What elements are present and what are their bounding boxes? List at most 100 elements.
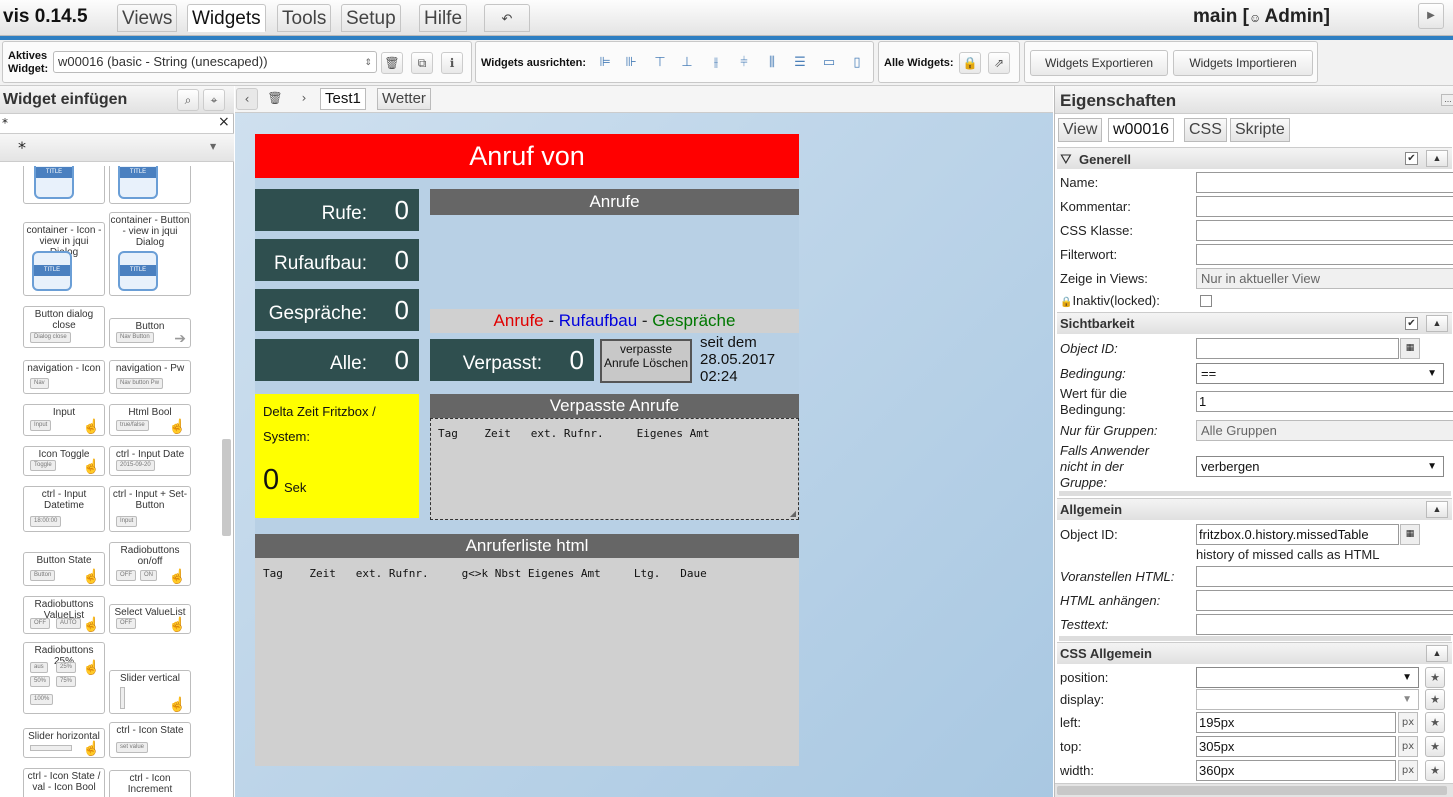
palette-item-title-1[interactable]: TITLE (23, 166, 105, 204)
palette-item-radiobuttons-25[interactable]: Radiobuttons 25% aus 25% 50% 75% 100% ☝ (23, 642, 105, 714)
oid-picker-button[interactable]: ▦ (1400, 338, 1420, 359)
palette-item-button-state[interactable]: Button State Button ☝ (23, 552, 105, 586)
menu-hilfe[interactable]: Hilfe (419, 4, 468, 32)
view-tab-test1[interactable]: Test1 (320, 88, 366, 110)
bedingung-select[interactable]: == ▼ (1196, 363, 1444, 384)
palette-item-slider-horizontal[interactable]: Slider horizontal ☝ (23, 728, 105, 758)
copy-widget-button[interactable]: ⧉ (411, 52, 433, 74)
info-widget-button[interactable]: ℹ (441, 52, 463, 74)
object-id-picker-button[interactable]: ▦ (1400, 524, 1420, 545)
panel-menu-icon[interactable]: … (1441, 94, 1453, 106)
same-height-icon[interactable]: ▯ (849, 55, 865, 71)
lock-all-button[interactable]: 🔒 (959, 52, 981, 74)
active-widget-select[interactable]: w00016 (basic - String (unescaped)) ⇕ (53, 51, 377, 73)
delta-time-box[interactable]: Delta Zeit Fritzbox / System: 0 Sek (255, 394, 419, 518)
kommentar-field[interactable] (1196, 196, 1453, 217)
palette-item-input-datetime[interactable]: ctrl - Input Datetime 18:00:00 (23, 486, 105, 532)
distribute-v-icon[interactable]: ☰ (792, 55, 808, 71)
filter-input[interactable]: * × (0, 114, 234, 134)
stat-rufaufbau[interactable]: Rufaufbau: 0 (255, 239, 419, 281)
palette-item-title-2[interactable]: TITLE (109, 166, 191, 204)
align-center-v-icon[interactable]: ⫩ (736, 55, 752, 71)
delete-widget-button[interactable]: 🗑 (381, 52, 403, 74)
voranstellen-field[interactable] (1196, 566, 1453, 587)
search-button[interactable]: ⌕ (177, 89, 199, 111)
inaktiv-checkbox[interactable] (1200, 295, 1212, 307)
palette-item-navigation-pw[interactable]: navigation - Pw Nav button Pw (109, 360, 191, 394)
align-left-icon[interactable]: ⊫ (597, 55, 613, 71)
palette-item-input-set-button[interactable]: ctrl - Input + Set-Button Input (109, 486, 191, 532)
menu-setup[interactable]: Setup (341, 4, 401, 32)
collapse-left-button[interactable]: ‹ (236, 88, 258, 110)
palette-item-slider-vertical[interactable]: Slider vertical ☝ (109, 670, 191, 714)
chevron-up-icon[interactable]: ▲ (1426, 150, 1448, 167)
palette-item-select-valuelist[interactable]: Select ValueList OFF ☝ (109, 604, 191, 634)
palette-item-container-button[interactable]: container - Button - view in jqui Dialog… (109, 212, 191, 296)
scrollbar-thumb[interactable] (1057, 786, 1447, 795)
align-top-icon[interactable]: ⊤ (652, 55, 668, 71)
view-delete-button[interactable]: 🗑 (264, 88, 286, 110)
props-tab-widget[interactable]: w00016 (1108, 118, 1175, 142)
palette-item-radiobuttons-onoff[interactable]: Radiobuttons on/off OFF ON ☝ (109, 542, 191, 586)
palette-item-container-icon[interactable]: container - Icon - view in jqui Dialog T… (23, 222, 105, 296)
width-star-button[interactable]: ★ (1425, 760, 1445, 781)
align-bottom-icon[interactable]: ⊥ (679, 55, 695, 71)
section-checkbox[interactable]: ✔ (1405, 152, 1418, 165)
css-klasse-field[interactable] (1196, 220, 1453, 241)
palette-item-navigation-icon[interactable]: navigation - Icon Nav (23, 360, 105, 394)
anhaengen-field[interactable] (1196, 590, 1453, 611)
chevron-up-icon[interactable]: ▲ (1426, 315, 1448, 332)
distribute-h-icon[interactable]: ⫼ (764, 55, 780, 71)
align-center-h-icon[interactable]: ⫲ (708, 55, 724, 71)
palette-item-button-dialog-close[interactable]: Button dialog close Dialog close (23, 306, 105, 348)
palette-item-html-bool[interactable]: Html Bool true/false ☝ (109, 404, 191, 436)
filter-clear-icon[interactable]: × (218, 114, 230, 130)
menu-widgets[interactable]: Widgets (187, 4, 266, 32)
menu-tools[interactable]: Tools (277, 4, 332, 32)
stat-alle[interactable]: Alle: 0 (255, 339, 419, 381)
widget-set-select[interactable]: * ▼ (0, 134, 234, 162)
clear-missed-button[interactable]: verpasste Anrufe Löschen (600, 339, 692, 383)
section-sichtbarkeit[interactable]: Sichtbarkeit ✔ ▲ (1057, 312, 1452, 334)
left-star-button[interactable]: ★ (1425, 712, 1445, 733)
resize-handle-icon[interactable]: ◢ (790, 509, 796, 518)
palette-item-icon-state-bool[interactable]: ctrl - Icon State / val - Icon Bool (23, 768, 105, 797)
props-tab-skripte[interactable]: Skripte (1230, 118, 1290, 142)
chevron-up-icon[interactable]: ▲ (1426, 645, 1448, 662)
gruppen-select[interactable]: Alle Gruppen (1196, 420, 1453, 441)
anrufe-title[interactable]: Anrufe (430, 189, 799, 215)
falls-select[interactable]: verbergen ▼ (1196, 456, 1444, 477)
section-allgemein[interactable]: Allgemein ▲ (1057, 498, 1452, 520)
import-widgets-button[interactable]: Widgets Importieren (1173, 50, 1313, 76)
missed-calls-table[interactable]: Tag Zeit ext. Rufnr. Eigenes Amt ◢ (430, 418, 799, 520)
palette-scrollbar[interactable] (222, 439, 231, 536)
testtext-field[interactable] (1196, 614, 1453, 635)
palette-item-input[interactable]: Input Input ☝ (23, 404, 105, 436)
run-button[interactable]: ▶ (1418, 3, 1444, 29)
position-star-button[interactable]: ★ (1425, 667, 1445, 688)
visibility-oid-field[interactable] (1196, 338, 1399, 359)
section-css-allgemein[interactable]: CSS Allgemein ▲ (1057, 642, 1452, 664)
tag-button[interactable]: ⌖ (203, 89, 225, 111)
caller-list-table[interactable]: Tag Zeit ext. Rufnr. g<>k Nbst Eigenes A… (255, 558, 799, 766)
zeige-in-views-select[interactable]: Nur in aktueller View (1196, 268, 1453, 289)
stat-gespraeche[interactable]: Gespräche: 0 (255, 289, 419, 331)
object-id-field[interactable]: fritzbox.0.history.missedTable (1196, 524, 1399, 545)
same-width-icon[interactable]: ▭ (821, 55, 837, 71)
section-checkbox[interactable]: ✔ (1405, 317, 1418, 330)
chevron-up-icon[interactable]: ▲ (1426, 501, 1448, 518)
stat-verpasst[interactable]: Verpasst: 0 (430, 339, 594, 381)
top-field[interactable]: 305px (1196, 736, 1396, 757)
palette-item-radiobuttons-valuelist[interactable]: Radiobuttons ValueList OFF AUTO ☝ (23, 596, 105, 634)
name-field[interactable] (1196, 172, 1453, 193)
props-tab-css[interactable]: CSS (1184, 118, 1227, 142)
align-right-icon[interactable]: ⊪ (623, 55, 639, 71)
call-legend[interactable]: Anrufe - Rufaufbau - Gespräche (430, 309, 799, 333)
undo-button[interactable]: ↶ (484, 4, 530, 32)
palette-item-input-date[interactable]: ctrl - Input Date 2015-09-20 (109, 446, 191, 476)
left-field[interactable]: 195px (1196, 712, 1396, 733)
horizontal-scrollbar[interactable] (1055, 783, 1453, 797)
props-tab-view[interactable]: View (1058, 118, 1103, 142)
palette-item-icon-state[interactable]: ctrl - Icon State set value (109, 722, 191, 758)
stat-rufe[interactable]: Rufe: 0 (255, 189, 419, 231)
